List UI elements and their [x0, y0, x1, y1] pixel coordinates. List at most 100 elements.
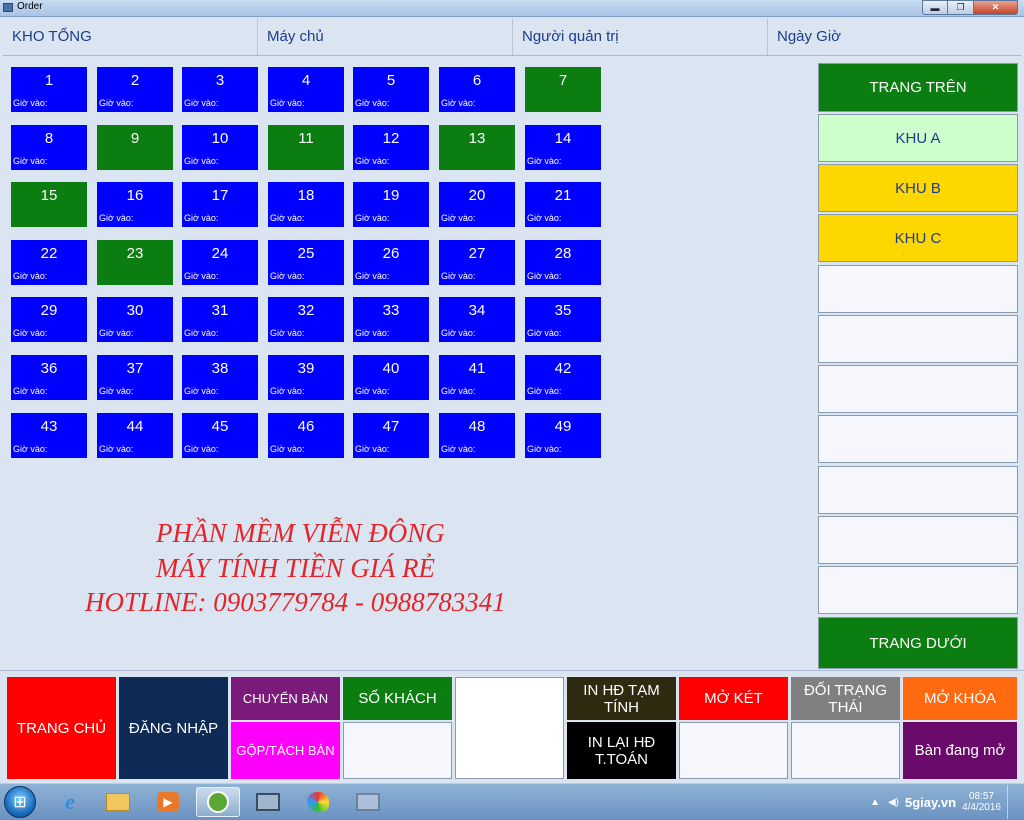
table-button[interactable]: 15: [11, 182, 87, 227]
show-desktop-button[interactable]: [1007, 785, 1020, 819]
table-button[interactable]: 13: [439, 125, 515, 170]
area-slot-empty[interactable]: [818, 566, 1018, 614]
minimize-button[interactable]: ▬: [922, 0, 948, 15]
table-button[interactable]: 10 Giờ vào:: [182, 125, 258, 170]
table-button[interactable]: 28 Giờ vào:: [525, 240, 601, 285]
table-button[interactable]: 45 Giờ vào:: [182, 413, 258, 458]
table-button[interactable]: 27 Giờ vào:: [439, 240, 515, 285]
taskbar-order-app[interactable]: [196, 787, 240, 817]
table-button[interactable]: 6 Giờ vào:: [439, 67, 515, 112]
clock[interactable]: 08:57 4/4/2016: [962, 791, 1001, 813]
table-button[interactable]: 22 Giờ vào:: [11, 240, 87, 285]
move-table-button[interactable]: CHUYỂN BÀN: [231, 677, 340, 720]
table-button[interactable]: 38 Giờ vào:: [182, 355, 258, 400]
table-button[interactable]: 46 Giờ vào:: [268, 413, 344, 458]
area-c-button[interactable]: KHU C: [818, 214, 1018, 262]
table-button[interactable]: 12 Giờ vào:: [353, 125, 429, 170]
table-button[interactable]: 9: [97, 125, 173, 170]
area-slot-empty[interactable]: [818, 466, 1018, 514]
open-tables-button[interactable]: Bàn đang mở: [903, 722, 1017, 779]
table-number: 41: [468, 360, 486, 377]
table-button[interactable]: 31 Giờ vào:: [182, 297, 258, 342]
page-up-button[interactable]: TRANG TRÊN: [818, 63, 1018, 112]
table-button[interactable]: 3 Giờ vào:: [182, 67, 258, 112]
taskbar-media[interactable]: ▶: [146, 787, 190, 817]
area-slot-empty[interactable]: [818, 315, 1018, 363]
table-number: 34: [468, 302, 486, 319]
area-slot-empty[interactable]: [818, 415, 1018, 463]
table-button[interactable]: 35 Giờ vào:: [525, 297, 601, 342]
table-button[interactable]: 47 Giờ vào:: [353, 413, 429, 458]
print-temp-bill-button[interactable]: IN HĐ TẠM TÍNH: [567, 677, 676, 720]
table-button[interactable]: 40 Giờ vào:: [353, 355, 429, 400]
window-title-bar: Order ▬ ❐ ✕: [0, 0, 1024, 17]
table-button[interactable]: 14 Giờ vào:: [525, 125, 601, 170]
area-a-button[interactable]: KHU A: [818, 114, 1018, 162]
table-button[interactable]: 18 Giờ vào:: [268, 182, 344, 227]
guest-count-field[interactable]: [343, 722, 452, 779]
table-button[interactable]: 34 Giờ vào:: [439, 297, 515, 342]
windows-logo-icon: ⊞: [13, 794, 27, 811]
table-button[interactable]: 29 Giờ vào:: [11, 297, 87, 342]
table-button[interactable]: 17 Giờ vào:: [182, 182, 258, 227]
table-button[interactable]: 24 Giờ vào:: [182, 240, 258, 285]
table-button[interactable]: 48 Giờ vào:: [439, 413, 515, 458]
table-button[interactable]: 25 Giờ vào:: [268, 240, 344, 285]
table-button[interactable]: 8 Giờ vào:: [11, 125, 87, 170]
maximize-button[interactable]: ❐: [948, 0, 974, 15]
table-button[interactable]: 37 Giờ vào:: [97, 355, 173, 400]
area-slot-empty[interactable]: [818, 365, 1018, 413]
area-slot-empty[interactable]: [818, 516, 1018, 564]
page-down-button[interactable]: TRANG DƯỚI: [818, 617, 1018, 669]
table-button[interactable]: 20 Giờ vào:: [439, 182, 515, 227]
home-button[interactable]: TRANG CHỦ: [7, 677, 116, 779]
area-b-button[interactable]: KHU B: [818, 164, 1018, 212]
table-button[interactable]: 49 Giờ vào:: [525, 413, 601, 458]
table-button[interactable]: 7: [525, 67, 601, 112]
table-button[interactable]: 41 Giờ vào:: [439, 355, 515, 400]
table-button[interactable]: 44 Giờ vào:: [97, 413, 173, 458]
table-button[interactable]: 5 Giờ vào:: [353, 67, 429, 112]
table-button[interactable]: 33 Giờ vào:: [353, 297, 429, 342]
table-button[interactable]: 39 Giờ vào:: [268, 355, 344, 400]
table-button[interactable]: 4 Giờ vào:: [268, 67, 344, 112]
table-button[interactable]: 21 Giờ vào:: [525, 182, 601, 227]
table-button[interactable]: 2 Giờ vào:: [97, 67, 173, 112]
app-logo-icon: [207, 791, 229, 813]
table-button[interactable]: 26 Giờ vào:: [353, 240, 429, 285]
login-button[interactable]: ĐĂNG NHẬP: [119, 677, 228, 779]
table-number: 45: [211, 418, 229, 435]
area-slot-empty[interactable]: [818, 265, 1018, 313]
guest-count-button[interactable]: SỐ KHÁCH: [343, 677, 452, 720]
table-button[interactable]: 30 Giờ vào:: [97, 297, 173, 342]
monitor-icon: [256, 793, 280, 811]
table-button[interactable]: 11: [268, 125, 344, 170]
paint-icon: [307, 792, 329, 812]
reprint-bill-button[interactable]: IN LẠI HĐ T.TOÁN: [567, 722, 676, 779]
close-button[interactable]: ✕: [974, 0, 1018, 15]
table-button[interactable]: 19 Giờ vào:: [353, 182, 429, 227]
taskbar-ie[interactable]: e: [48, 787, 92, 817]
table-button[interactable]: 36 Giờ vào:: [11, 355, 87, 400]
open-drawer-button[interactable]: MỞ KÉT: [679, 677, 788, 720]
window-title: Order: [17, 1, 43, 12]
table-button[interactable]: 23: [97, 240, 173, 285]
taskbar-remote[interactable]: [346, 787, 390, 817]
start-button[interactable]: ⊞: [4, 786, 36, 818]
volume-icon[interactable]: ◀): [888, 797, 899, 808]
table-button[interactable]: 32 Giờ vào:: [268, 297, 344, 342]
drawer-field[interactable]: [679, 722, 788, 779]
table-button[interactable]: 1 Giờ vào:: [11, 67, 87, 112]
table-button[interactable]: 43 Giờ vào:: [11, 413, 87, 458]
merge-split-table-button[interactable]: GỘP/TÁCH BÀN: [231, 722, 340, 779]
status-field[interactable]: [791, 722, 900, 779]
unlock-button[interactable]: MỞ KHÓA: [903, 677, 1017, 720]
table-button[interactable]: 42 Giờ vào:: [525, 355, 601, 400]
promo-hotline: HOTLINE: 0903779784 - 0988783341: [85, 587, 506, 617]
tray-arrow-icon[interactable]: ▲: [870, 797, 880, 808]
change-status-button[interactable]: ĐỔI TRẠNG THÁI: [791, 677, 900, 720]
taskbar-explorer[interactable]: [96, 787, 140, 817]
table-button[interactable]: 16 Giờ vào:: [97, 182, 173, 227]
taskbar-paint[interactable]: [296, 787, 340, 817]
taskbar-computer[interactable]: [246, 787, 290, 817]
